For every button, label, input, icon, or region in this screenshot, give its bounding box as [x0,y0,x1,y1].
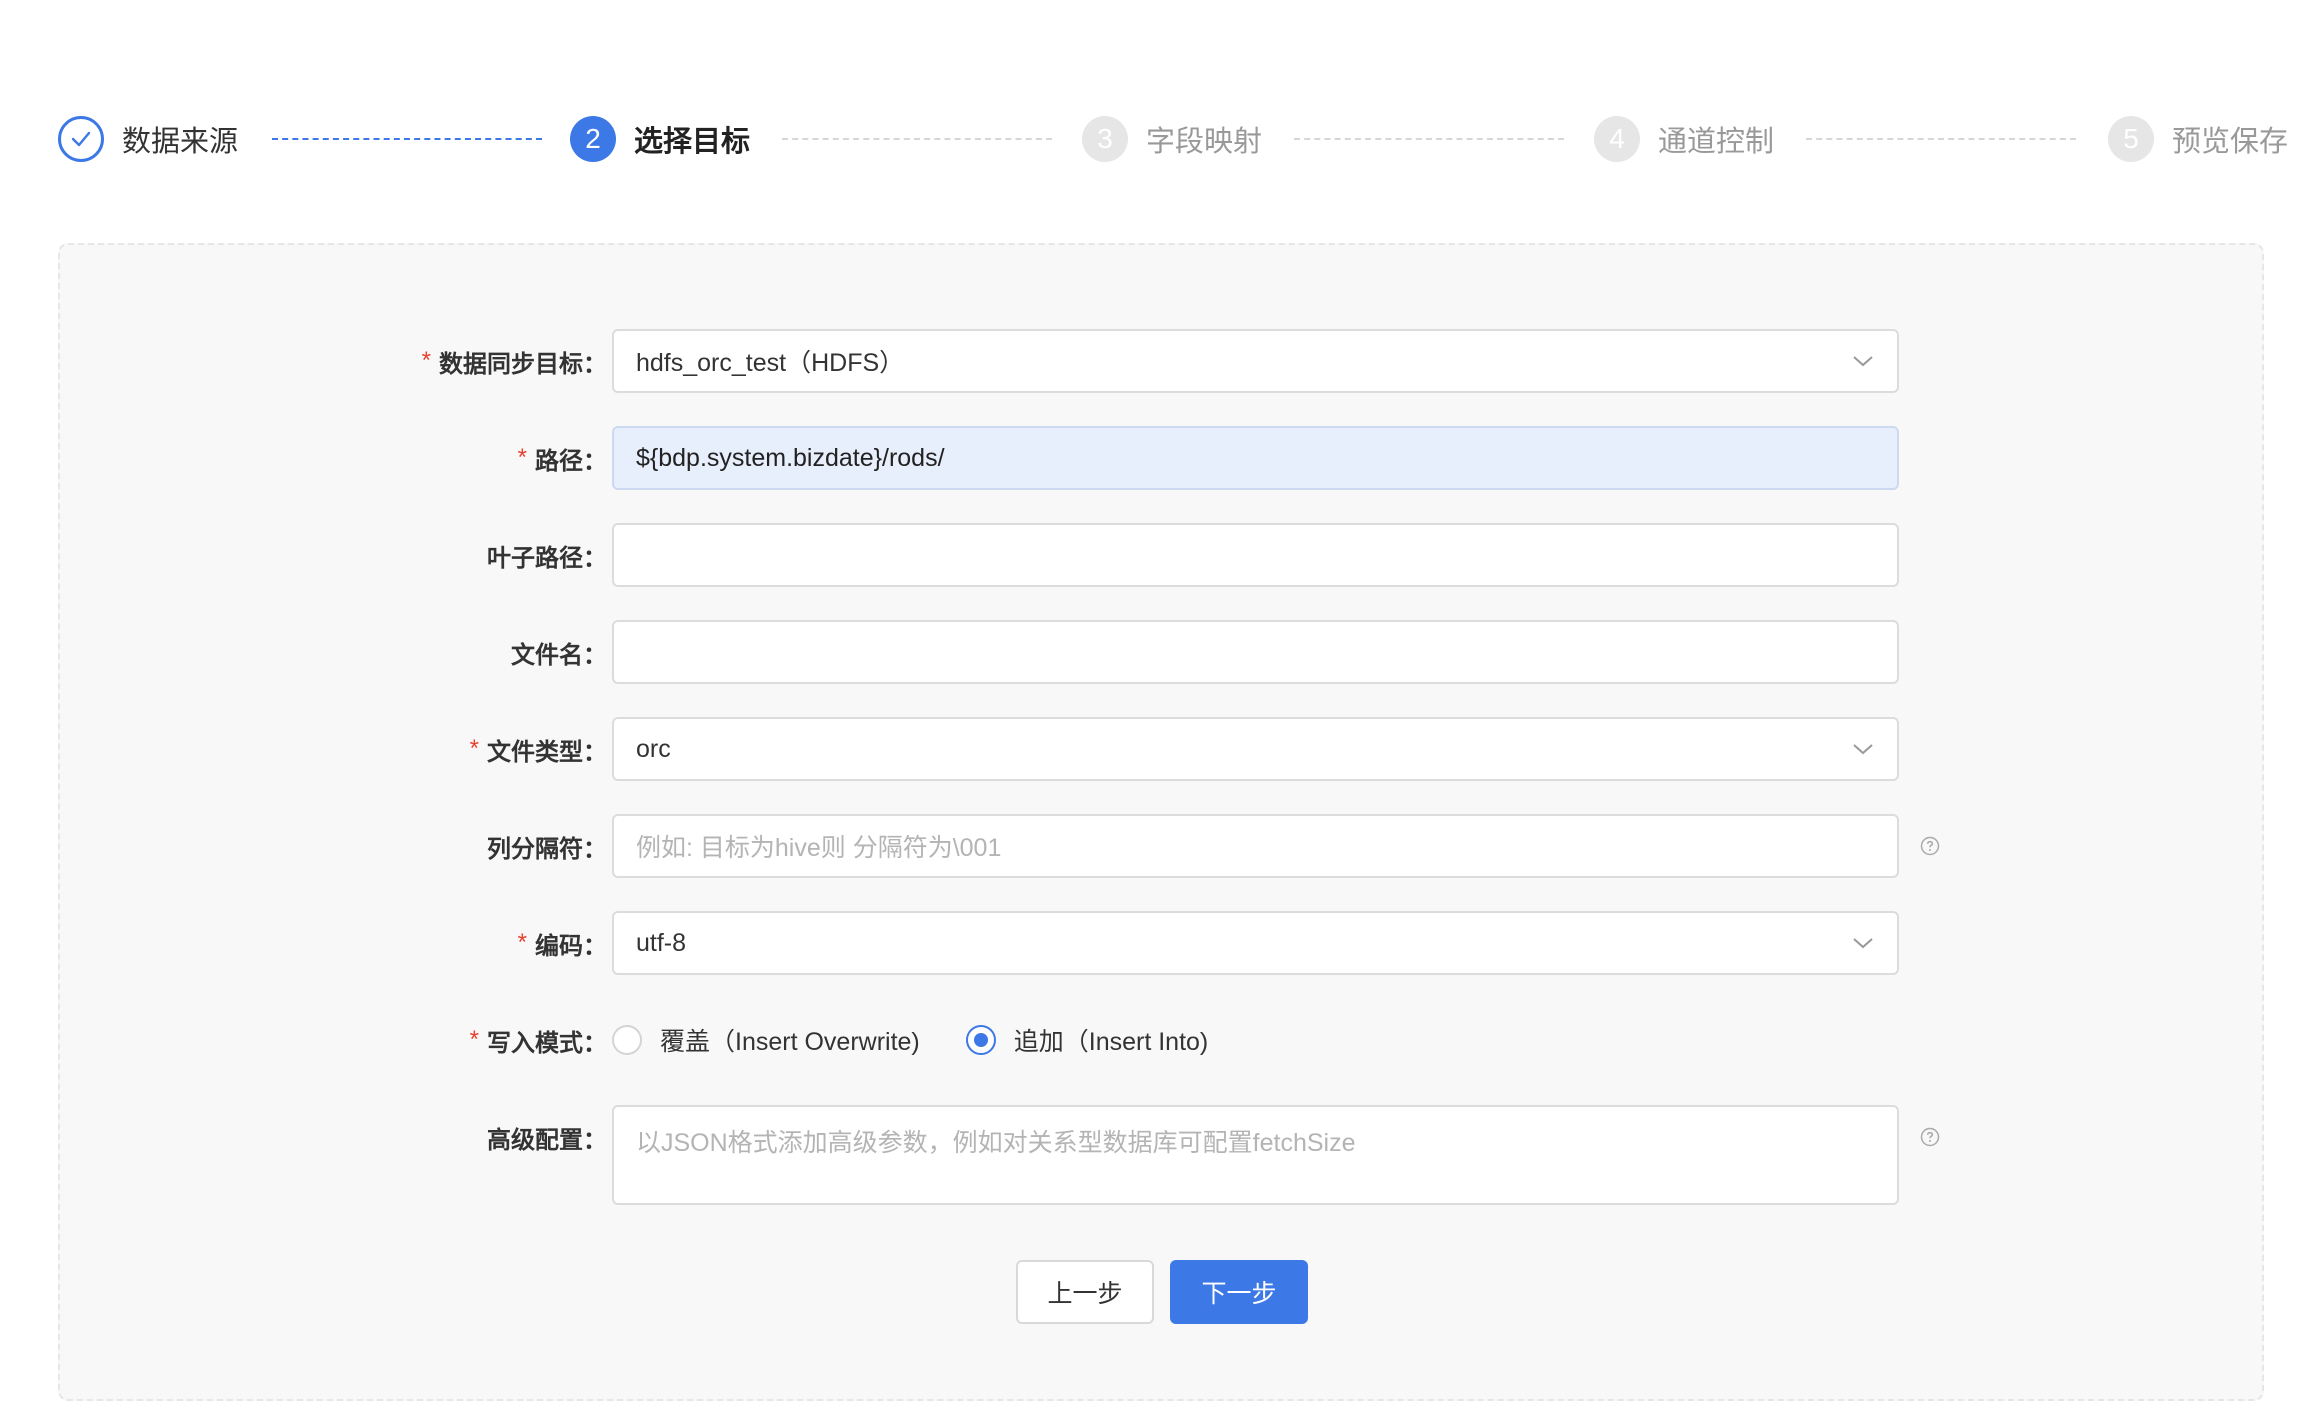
chevron-down-icon [1851,349,1875,373]
required-mark: * [469,1026,479,1053]
delimiter-input[interactable]: 例如: 目标为hive则 分隔符为\001 [612,814,1899,878]
label-text: 叶子路径： [487,544,607,572]
form-row-delimiter: 列分隔符： 例如: 目标为hive则 分隔符为\001 [60,814,2262,878]
file-name-label: 文件名： [511,620,607,684]
step-5[interactable]: 5 预览保存 [2108,113,2288,165]
label-text: 写入模式： [487,1029,607,1057]
step-1[interactable]: 数据来源 [58,113,238,165]
form-row-file-name: 文件名： [60,620,2262,684]
question-circle-icon[interactable] [1920,836,1940,856]
write-mode-radio-group: 覆盖（Insert Overwrite) 追加（Insert Into) [612,1008,1254,1072]
required-mark: * [421,347,431,374]
chevron-down-icon [1851,737,1875,761]
file-type-select[interactable]: orc [612,717,1899,781]
radio-insert-into[interactable]: 追加（Insert Into) [965,1022,1209,1058]
form-row-encoding: * 编码： utf-8 [60,911,2262,975]
form-panel: * 数据同步目标： hdfs_orc_test（HDFS） * 路径： ${bd… [58,243,2264,1401]
required-mark: * [517,444,527,471]
chevron-down-icon [1851,931,1875,955]
required-mark: * [517,929,527,956]
step-number: 5 [2108,116,2154,162]
step-title: 选择目标 [634,126,751,158]
form-row-target: * 数据同步目标： hdfs_orc_test（HDFS） [60,329,2262,393]
step-title: 预览保存 [2172,126,2289,158]
path-label: * 路径： [518,426,607,490]
input-placeholder: 例如: 目标为hive则 分隔符为\001 [636,834,1002,862]
advanced-label: 高级配置： [487,1105,607,1169]
form-row-path: * 路径： ${bdp.system.bizdate}/rods/ [60,426,2262,490]
label-text: 数据同步目标： [439,350,607,378]
radio-label: 追加（Insert Into) [1013,1028,1209,1056]
page: 数据来源 2 选择目标 3 字段映射 4 通道控制 5 预览保存 * 数据同步目… [0,0,2314,1418]
step-connector [782,138,1052,140]
input-value: ${bdp.system.bizdate}/rods/ [636,443,945,472]
label-text: 高级配置： [487,1126,607,1154]
form-row-write-mode: * 写入模式： 覆盖（Insert Overwrite) 追加（Insert I… [60,1008,2262,1072]
path-input[interactable]: ${bdp.system.bizdate}/rods/ [612,426,1899,490]
radio-circle-checked[interactable] [965,1025,996,1055]
step-3[interactable]: 3 字段映射 [1082,113,1262,165]
radio-circle[interactable] [612,1025,642,1055]
select-value: hdfs_orc_test（HDFS） [636,349,905,377]
select-value: utf-8 [636,928,687,957]
step-connector [272,138,542,140]
target-select[interactable]: hdfs_orc_test（HDFS） [612,329,1899,393]
label-text: 路径： [535,447,607,475]
encoding-select[interactable]: utf-8 [612,911,1899,975]
advanced-config-textarea[interactable]: 以JSON格式添加高级参数，例如对关系型数据库可配置fetchSize [612,1105,1899,1205]
prev-step-button[interactable]: 上一步 [1016,1260,1154,1324]
step-number: 4 [1594,116,1640,162]
write-mode-label: * 写入模式： [470,1008,607,1072]
radio-dot [973,1033,988,1047]
check-icon [58,116,104,162]
step-title: 数据来源 [122,126,239,158]
select-value: orc [636,734,671,763]
step-connector [1294,138,1564,140]
step-title: 字段映射 [1146,126,1263,158]
step-connector [1806,138,2076,140]
question-circle-icon[interactable] [1920,1127,1940,1147]
form-row-leaf-path: 叶子路径： [60,523,2262,587]
step-2[interactable]: 2 选择目标 [570,113,750,165]
label-text: 列分隔符： [487,835,607,863]
step-number: 3 [1082,116,1128,162]
target-label: * 数据同步目标： [422,329,607,393]
step-4[interactable]: 4 通道控制 [1594,113,1774,165]
file-type-label: * 文件类型： [470,717,607,781]
radio-label: 覆盖（Insert Overwrite) [660,1028,920,1056]
step-title: 通道控制 [1658,126,1775,158]
form-actions: 上一步 下一步 [60,1260,2262,1324]
leaf-path-label: 叶子路径： [487,523,607,587]
form-row-advanced: 高级配置： 以JSON格式添加高级参数，例如对关系型数据库可配置fetchSiz… [60,1105,2262,1205]
label-text: 编码： [535,932,607,960]
leaf-path-input[interactable] [612,523,1899,587]
steps-bar: 数据来源 2 选择目标 3 字段映射 4 通道控制 5 预览保存 [58,113,2288,165]
form-row-file-type: * 文件类型： orc [60,717,2262,781]
next-step-button[interactable]: 下一步 [1170,1260,1308,1324]
file-name-input[interactable] [612,620,1899,684]
step-number: 2 [570,116,616,162]
encoding-label: * 编码： [518,911,607,975]
required-mark: * [469,735,479,762]
textarea-placeholder: 以JSON格式添加高级参数，例如对关系型数据库可配置fetchSize [636,1129,1356,1157]
label-text: 文件名： [511,641,607,669]
radio-overwrite[interactable]: 覆盖（Insert Overwrite) [612,1022,920,1058]
delimiter-label: 列分隔符： [487,814,607,878]
label-text: 文件类型： [487,738,607,766]
